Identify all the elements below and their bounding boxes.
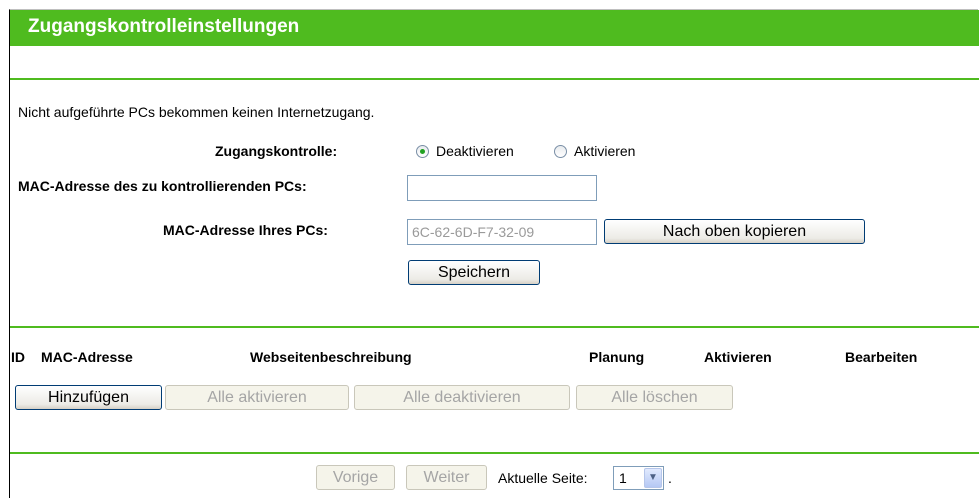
- radio-aktivieren[interactable]: [554, 145, 567, 158]
- current-page-label: Aktuelle Seite:: [498, 470, 588, 486]
- divider-top: [10, 78, 979, 80]
- mac-control-label: MAC-Adresse des zu kontrollierenden PCs:: [18, 178, 307, 194]
- disable-all-button[interactable]: Alle deaktivieren: [354, 385, 570, 410]
- access-control-label: Zugangskontrolle:: [215, 143, 338, 159]
- pagination-trailing-dot: .: [668, 470, 672, 486]
- page-select[interactable]: 1 ▼: [613, 466, 664, 490]
- radio-selected-dot: [420, 149, 425, 154]
- col-schedule: Planung: [589, 349, 645, 365]
- divider-middle: [10, 326, 979, 328]
- notice-text: Nicht aufgeführte PCs bekommen keinen In…: [18, 104, 375, 120]
- divider-bottom: [10, 452, 979, 454]
- col-id: ID: [11, 349, 25, 365]
- prev-page-button[interactable]: Vorige: [316, 465, 395, 490]
- enable-all-button[interactable]: Alle aktivieren: [165, 385, 349, 410]
- col-mac-address: MAC-Adresse: [41, 349, 133, 365]
- page-frame: [9, 9, 978, 498]
- page-select-value: 1: [619, 470, 627, 486]
- save-button[interactable]: Speichern: [408, 260, 540, 285]
- add-button[interactable]: Hinzufügen: [15, 385, 162, 410]
- col-description: Webseitenbeschreibung: [250, 349, 412, 365]
- mac-control-input[interactable]: [407, 175, 597, 201]
- mac-own-label: MAC-Adresse Ihres PCs:: [163, 222, 328, 238]
- radio-deaktivieren[interactable]: [416, 145, 429, 158]
- next-page-button[interactable]: Weiter: [406, 465, 487, 490]
- col-edit: Bearbeiten: [845, 349, 918, 365]
- col-enable: Aktivieren: [704, 349, 772, 365]
- radio-aktivieren-label[interactable]: Aktivieren: [574, 143, 635, 159]
- mac-own-input[interactable]: [407, 219, 597, 245]
- delete-all-button[interactable]: Alle löschen: [576, 385, 733, 410]
- page-title: Zugangskontrolleinstellungen: [28, 16, 300, 37]
- copy-up-button[interactable]: Nach oben kopieren: [604, 219, 865, 244]
- page-header: Zugangskontrolleinstellungen: [10, 10, 979, 46]
- chevron-down-icon[interactable]: ▼: [644, 468, 662, 488]
- radio-deaktivieren-label[interactable]: Deaktivieren: [436, 143, 514, 159]
